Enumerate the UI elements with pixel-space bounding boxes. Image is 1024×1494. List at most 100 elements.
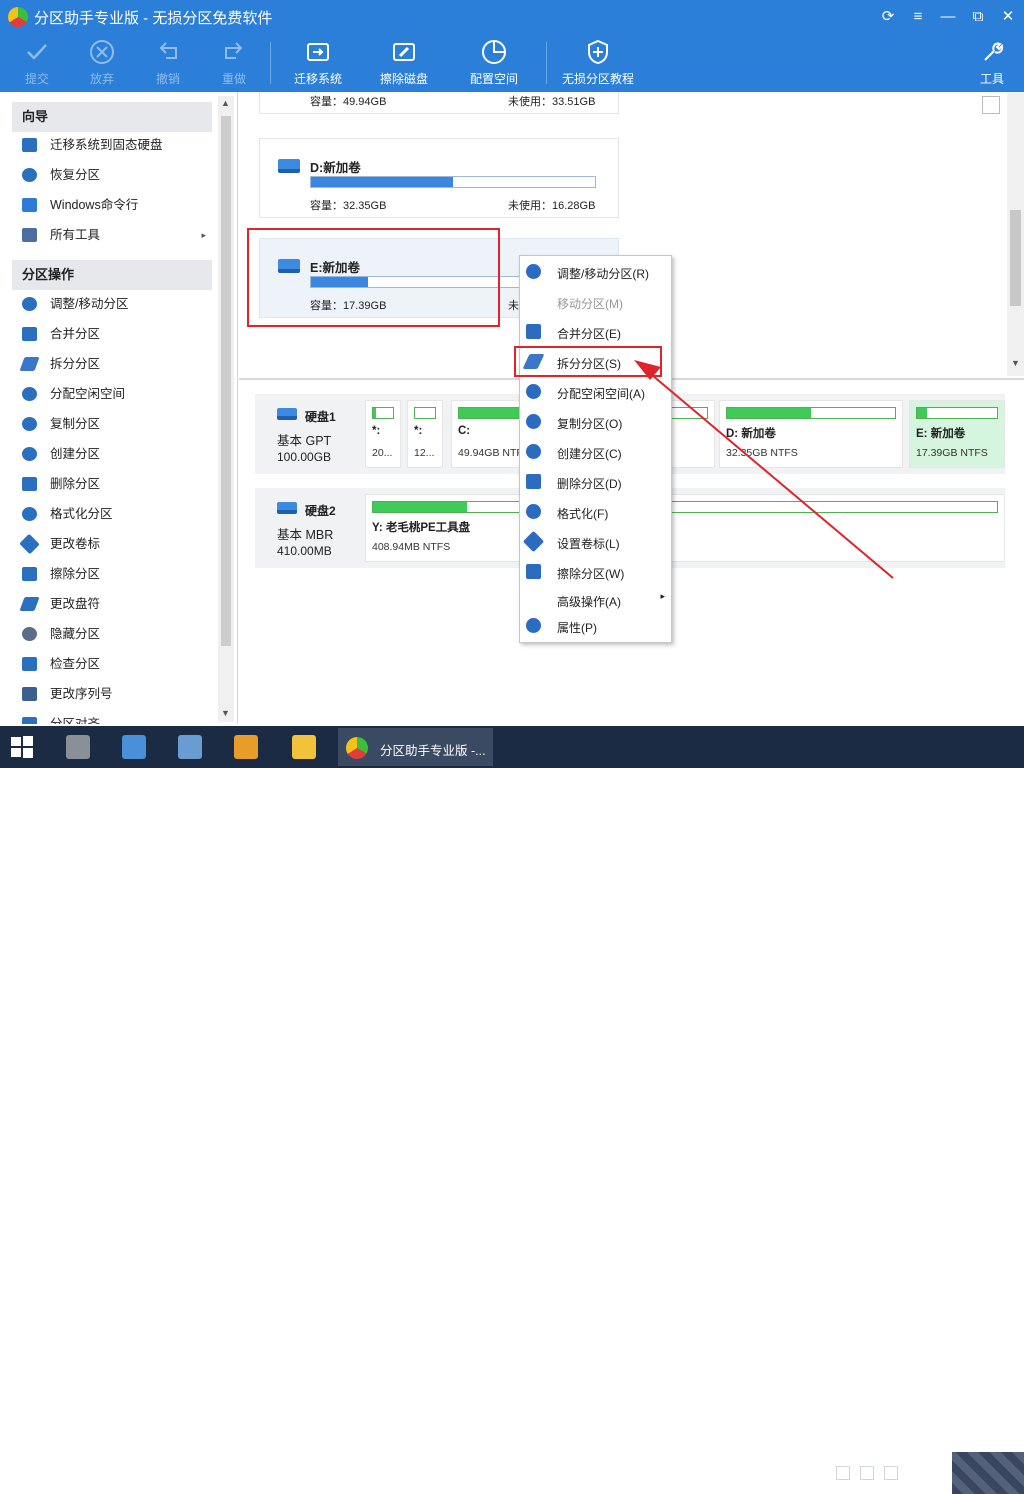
minimize-button[interactable]: — (936, 5, 960, 29)
sidebar-item-split[interactable]: 拆分分区 (19, 349, 212, 379)
disk-partition-block-d[interactable]: D: 新加卷 32.35GB NTFS (719, 400, 903, 468)
discard-button[interactable]: 放弃 (80, 34, 124, 92)
menu-item-set-label[interactable]: 设置卷标(L) (520, 527, 671, 557)
tray-network-icon[interactable] (836, 1466, 850, 1480)
sidebar-item-hide[interactable]: 隐藏分区 (22, 619, 212, 649)
sidebar-item-windows-cmd[interactable]: Windows命令行 (22, 190, 212, 220)
partition-capacity: 容量：32.35GB (310, 200, 387, 212)
taskbar-app-memory[interactable] (56, 729, 100, 765)
sidebar-item-label: 分配空闲空间 (50, 387, 126, 401)
start-button[interactable] (0, 729, 44, 765)
menu-item-create[interactable]: 创建分区(C) (520, 437, 671, 467)
menu-item-properties[interactable]: 属性(P) (520, 611, 671, 641)
menu-item-move[interactable]: 移动分区(M) (520, 287, 671, 317)
taskbar-app-monitor[interactable] (168, 729, 212, 765)
taskbar-app-explorer[interactable] (282, 729, 326, 765)
refresh-icon[interactable]: ⟳ (876, 5, 900, 29)
sidebar-item-change-label[interactable]: 更改卷标 (19, 529, 212, 559)
migrate-label: 迁移系统 (293, 72, 342, 86)
tools-button[interactable]: 工具 (974, 34, 1010, 92)
disk-partition-block[interactable]: *: 20... (365, 400, 401, 468)
disk-info[interactable]: 硬盘2 基本 MBR 410.00MB (255, 488, 365, 568)
chevron-right-icon: ▸ (201, 230, 206, 240)
tray-volume-icon[interactable] (884, 1466, 898, 1480)
menu-item-split[interactable]: 拆分分区(S) (520, 347, 671, 377)
sidebar-item-migrate-ssd[interactable]: 迁移系统到固态硬盘 (22, 130, 212, 160)
menu-item-format[interactable]: 格式化(F) (520, 497, 671, 527)
redo-button[interactable]: 重做 (212, 34, 256, 92)
disk-partition-label: D: 新加卷 (726, 428, 776, 440)
sidebar-item-copy[interactable]: 复制分区 (22, 409, 212, 439)
sidebar-item-all-tools[interactable]: 所有工具 ▸ (22, 220, 212, 250)
scroll-down-arrow[interactable]: ▼ (1011, 358, 1020, 368)
sidebar-scroll-thumb[interactable] (221, 116, 231, 646)
sidebar-item-merge[interactable]: 合并分区 (22, 319, 212, 349)
align-icon (22, 717, 37, 724)
commit-button[interactable]: 提交 (16, 34, 58, 92)
partition-card-d[interactable]: D:新加卷 容量：32.35GB 未使用：16.28GB (259, 138, 619, 218)
restore-button[interactable]: ⧉ (966, 5, 990, 29)
sidebar-scrollbar[interactable]: ▲ ▼ (218, 96, 234, 722)
sidebar-item-change-serial[interactable]: 更改序列号 (22, 679, 212, 709)
sidebar: 向导 迁移系统到固态硬盘 恢复分区 Windows命令行 所有工具 ▸ 分区操作 … (0, 92, 238, 724)
tutorial-button[interactable]: 无损分区教程 (562, 34, 634, 92)
wipe-disk-button[interactable]: 擦除磁盘 (376, 34, 432, 92)
partition-card-c[interactable]: 容量：49.94GB 未使用：33.51GB (259, 92, 619, 114)
menu-item-resize-move[interactable]: 调整/移动分区(R) (520, 257, 671, 287)
sidebar-item-format[interactable]: 格式化分区 (22, 499, 212, 529)
sidebar-item-resize-move[interactable]: 调整/移动分区 (22, 289, 212, 319)
view-toggle-icon[interactable] (982, 96, 1000, 114)
disk-name: 硬盘1 (305, 410, 336, 424)
scroll-down-arrow[interactable]: ▼ (221, 708, 230, 718)
sidebar-item-create[interactable]: 创建分区 (22, 439, 212, 469)
hidden-eye-icon (22, 627, 37, 641)
sidebar-item-allocate-free[interactable]: 分配空闲空间 (22, 379, 212, 409)
sidebar-item-recover-partition[interactable]: 恢复分区 (22, 160, 212, 190)
disk-partition-label: *: (414, 425, 423, 437)
taskbar-app-search[interactable] (224, 729, 268, 765)
disk-size: 100.00GB (277, 450, 332, 464)
menu-icon[interactable]: ≡ (906, 5, 930, 29)
disk-partition-block-y[interactable]: Y: 老毛桃PE工具盘 408.94MB NTFS (365, 494, 1005, 562)
disk-partition-fill (373, 408, 376, 418)
disk-partition-detail: 20... (372, 447, 393, 459)
tray-color-icon[interactable] (860, 1466, 874, 1480)
split-icon (522, 354, 545, 369)
scroll-up-arrow[interactable]: ▲ (221, 98, 230, 108)
partition-list-scroll-thumb[interactable] (1010, 210, 1021, 306)
computer-icon (122, 735, 146, 759)
sidebar-item-label: 合并分区 (50, 327, 101, 341)
partition-list-scrollbar[interactable]: ▼ (1007, 92, 1024, 376)
disk-info[interactable]: 硬盘1 基本 GPT 100.00GB (255, 394, 365, 474)
language-indicator[interactable]: ENG (906, 1466, 932, 1480)
sidebar-item-align[interactable]: 分区对齐 (22, 709, 212, 724)
tag-icon (522, 530, 545, 553)
undo-button[interactable]: 撤销 (146, 34, 190, 92)
menu-item-copy[interactable]: 复制分区(O) (520, 407, 671, 437)
migrate-system-button[interactable]: 迁移系统 (290, 34, 346, 92)
taskbar-app-computer[interactable] (112, 729, 156, 765)
allocate-space-button[interactable]: 配置空间 (466, 34, 522, 92)
disk-partition-block-e[interactable]: E: 新加卷 17.39GB NTFS (909, 400, 1005, 468)
trash-icon (526, 474, 541, 489)
menu-item-delete[interactable]: 删除分区(D) (520, 467, 671, 497)
taskbar-app-partition-assistant[interactable]: 分区助手专业版 -... (338, 728, 493, 766)
close-button[interactable]: ✕ (996, 5, 1020, 29)
wipe-label: 擦除磁盘 (379, 72, 428, 86)
context-menu: 调整/移动分区(R) 移动分区(M) 合并分区(E) 拆分分区(S) 分配空闲空… (519, 255, 672, 643)
menu-item-merge[interactable]: 合并分区(E) (520, 317, 671, 347)
disk-partition-block[interactable]: *: 12... (407, 400, 443, 468)
partition-free: 未 (508, 300, 519, 312)
menu-item-allocate-free[interactable]: 分配空闲空间(A) (520, 377, 671, 407)
sidebar-item-label: 更改盘符 (50, 597, 101, 611)
sidebar-item-check[interactable]: 检查分区 (22, 649, 212, 679)
sidebar-item-delete[interactable]: 删除分区 (22, 469, 212, 499)
sidebar-item-label: 恢复分区 (50, 168, 101, 182)
disk-size: 410.00MB (277, 544, 332, 558)
sidebar-item-change-letter[interactable]: 更改盘符 (19, 589, 212, 619)
disk-partition-bar (372, 501, 998, 513)
broom-icon (526, 564, 541, 579)
sidebar-item-wipe[interactable]: 擦除分区 (22, 559, 212, 589)
menu-item-wipe[interactable]: 擦除分区(W) (520, 557, 671, 587)
recover-icon (22, 168, 37, 182)
